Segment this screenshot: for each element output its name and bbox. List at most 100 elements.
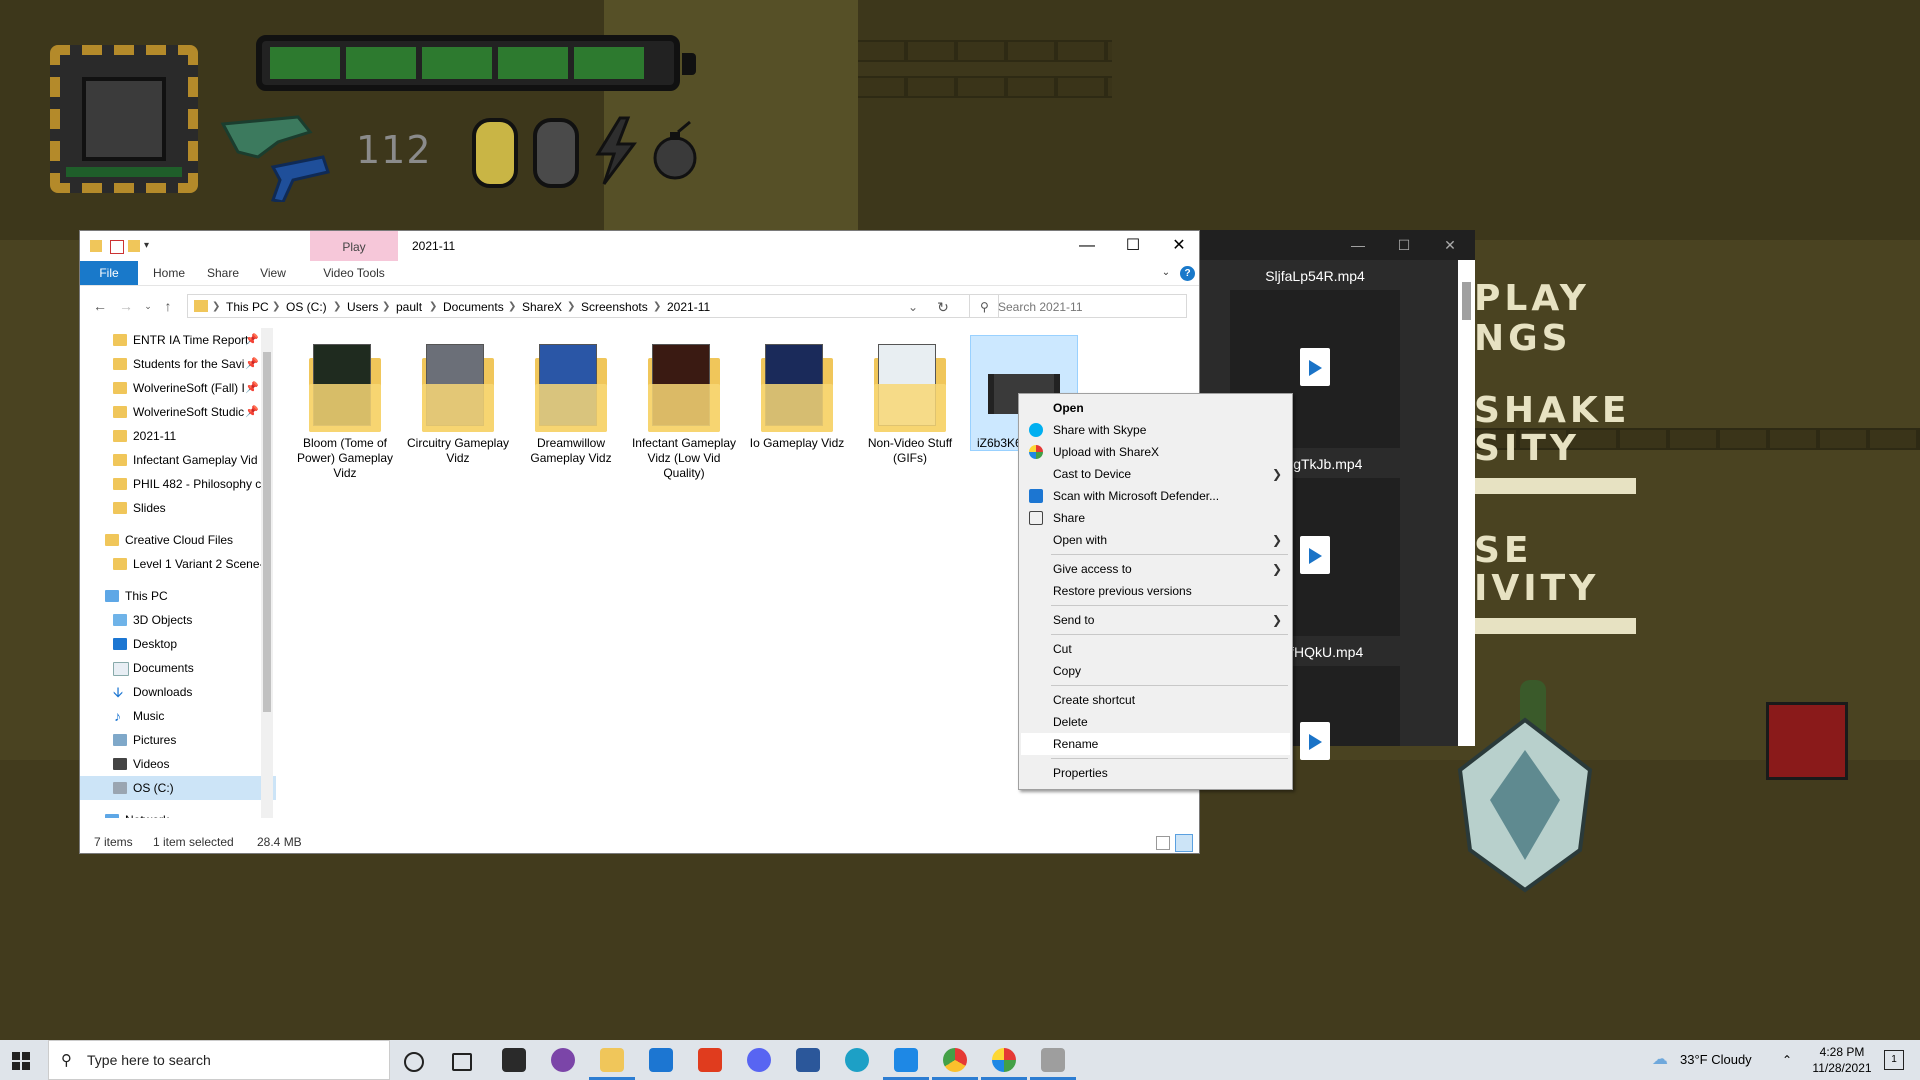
chevron-right-icon[interactable]: ❯ xyxy=(567,295,575,319)
chevron-right-icon[interactable]: ❯ xyxy=(382,295,390,319)
properties-quick-icon[interactable] xyxy=(110,240,124,254)
breadcrumb-item[interactable]: Documents xyxy=(443,295,504,319)
nav-item-quick-access[interactable]: WolverineSoft Studic 📌 xyxy=(80,400,276,424)
nav-item-videos[interactable]: Videos xyxy=(80,752,276,776)
store-icon[interactable] xyxy=(502,1048,526,1072)
close-button[interactable]: ✕ xyxy=(1427,230,1473,260)
breadcrumb-item[interactable]: Users xyxy=(347,295,378,319)
menu-item-send-to[interactable]: Send to ❯ xyxy=(1021,609,1290,631)
nav-item-quick-access[interactable]: Slides xyxy=(80,496,276,520)
task-view-icon[interactable] xyxy=(452,1053,472,1071)
tab-view[interactable]: View xyxy=(250,261,296,285)
tab-share[interactable]: Share xyxy=(198,261,248,285)
menu-item-share[interactable]: Share xyxy=(1021,507,1290,529)
tab-video-tools[interactable]: Video Tools xyxy=(310,261,398,285)
minimize-button[interactable]: — xyxy=(1335,230,1381,260)
menu-item-properties[interactable]: Properties xyxy=(1021,762,1290,784)
chevron-right-icon[interactable]: ❯ xyxy=(429,295,437,319)
menu-item-scan-defender[interactable]: Scan with Microsoft Defender... xyxy=(1021,485,1290,507)
scrollbar-thumb[interactable] xyxy=(1462,282,1471,320)
taskbar-search-input[interactable]: ⚲ Type here to search xyxy=(48,1040,390,1080)
close-button[interactable]: ✕ xyxy=(1156,231,1202,261)
refresh-icon[interactable]: ↻ xyxy=(933,297,953,317)
details-view-icon[interactable] xyxy=(1156,836,1170,850)
help-icon[interactable]: ? xyxy=(1180,266,1195,281)
breadcrumb-item[interactable]: 2021-11 xyxy=(667,295,710,319)
scrollbar-thumb[interactable] xyxy=(263,352,271,712)
menu-item-rename[interactable]: Rename xyxy=(1021,733,1290,755)
back-arrow-icon[interactable]: ← xyxy=(90,296,110,316)
folder-item[interactable]: Bloom (Tome of Power) Gameplay Vidz xyxy=(292,344,398,481)
chevron-up-icon[interactable]: ⌃ xyxy=(1782,1040,1792,1080)
nav-item-desktop[interactable]: Desktop xyxy=(80,632,276,656)
nav-pane-scrollbar[interactable] xyxy=(261,328,273,818)
nav-item-quick-access[interactable]: Students for the Savi 📌 xyxy=(80,352,276,376)
tab-home[interactable]: Home xyxy=(144,261,194,285)
expand-ribbon-icon[interactable]: ⌄ xyxy=(1156,261,1176,285)
breadcrumb-item[interactable]: OS (C:) xyxy=(286,295,327,319)
menu-item-give-access-to[interactable]: Give access to ❯ xyxy=(1021,558,1290,580)
chevron-right-icon[interactable]: ❯ xyxy=(508,295,516,319)
nav-item-quick-access[interactable]: Infectant Gameplay Vid xyxy=(80,448,276,472)
menu-item-copy[interactable]: Copy xyxy=(1021,660,1290,682)
nav-item-quick-access[interactable]: 2021-11 xyxy=(80,424,276,448)
large-icons-view-icon[interactable] xyxy=(1175,834,1193,852)
sharex-scrollbar[interactable] xyxy=(1458,260,1475,746)
breadcrumb-item[interactable]: This PC xyxy=(226,295,269,319)
file-explorer-icon[interactable] xyxy=(600,1048,624,1072)
folder-item[interactable]: Circuitry Gameplay Vidz xyxy=(405,344,511,466)
mail-icon[interactable] xyxy=(649,1048,673,1072)
folder-item[interactable]: Infectant Gameplay Vidz (Low Vid Quality… xyxy=(631,344,737,481)
chevron-right-icon[interactable]: ❯ xyxy=(272,295,280,319)
tab-file[interactable]: File xyxy=(80,261,138,285)
forward-arrow-icon[interactable]: → xyxy=(116,296,136,316)
edge-icon[interactable] xyxy=(845,1048,869,1072)
github-desktop-icon[interactable] xyxy=(551,1048,575,1072)
up-arrow-icon[interactable]: ↑ xyxy=(158,296,178,316)
nav-item-quick-access[interactable]: PHIL 482 - Philosophy c xyxy=(80,472,276,496)
breadcrumb-item[interactable]: ShareX xyxy=(522,295,562,319)
sharex-icon[interactable] xyxy=(992,1048,1016,1072)
chevron-down-icon[interactable]: ⌄ xyxy=(908,295,918,319)
recent-locations-icon[interactable]: ⌄ xyxy=(138,296,158,316)
notification-icon[interactable]: 1 xyxy=(1884,1050,1904,1070)
breadcrumb-item[interactable]: pault xyxy=(396,295,422,319)
menu-item-open[interactable]: Open xyxy=(1021,397,1290,419)
nav-item-os-drive[interactable]: OS (C:) xyxy=(80,776,276,800)
nav-item-downloads[interactable]: 🡫 Downloads xyxy=(80,680,276,704)
breadcrumb-item[interactable]: Screenshots xyxy=(581,295,648,319)
menu-item-share-with-skype[interactable]: Share with Skype xyxy=(1021,419,1290,441)
menu-item-restore-previous-versions[interactable]: Restore previous versions xyxy=(1021,580,1290,602)
folder-item[interactable]: Non-Video Stuff (GIFs) xyxy=(857,344,963,466)
menu-item-upload-with-sharex[interactable]: Upload with ShareX xyxy=(1021,441,1290,463)
menu-item-cast-to-device[interactable]: Cast to Device ❯ xyxy=(1021,463,1290,485)
game-app-icon[interactable] xyxy=(1041,1048,1065,1072)
nav-item-quick-access[interactable]: ENTR IA Time Report 📌 xyxy=(80,328,276,352)
nav-item-quick-access[interactable]: WolverineSoft (Fall) I 📌 xyxy=(80,376,276,400)
clock[interactable]: 4:28 PM 11/28/2021 xyxy=(1800,1044,1884,1076)
chevron-right-icon[interactable]: ❯ xyxy=(212,295,220,319)
vscode-icon[interactable] xyxy=(894,1048,918,1072)
nav-item-network[interactable]: Network xyxy=(80,808,276,818)
menu-item-open-with[interactable]: Open with ❯ xyxy=(1021,529,1290,551)
weather-text[interactable]: 33°F Cloudy xyxy=(1680,1040,1752,1080)
maximize-button[interactable]: ☐ xyxy=(1381,230,1427,260)
folder-item[interactable]: Dreamwillow Gameplay Vidz xyxy=(518,344,624,466)
menu-item-delete[interactable]: Delete xyxy=(1021,711,1290,733)
word-icon[interactable] xyxy=(796,1048,820,1072)
nav-item-pictures[interactable]: Pictures xyxy=(80,728,276,752)
customize-quick-access-icon[interactable]: ▾ xyxy=(144,240,156,252)
chrome-icon[interactable] xyxy=(943,1048,967,1072)
new-folder-quick-icon[interactable] xyxy=(128,240,140,252)
windows-start-icon[interactable] xyxy=(12,1052,30,1070)
discord-icon[interactable] xyxy=(747,1048,771,1072)
menu-item-cut[interactable]: Cut xyxy=(1021,638,1290,660)
minimize-button[interactable]: — xyxy=(1064,231,1110,261)
nav-item-creative-cloud[interactable]: Creative Cloud Files xyxy=(80,528,276,552)
play-contextual-tab[interactable]: Play xyxy=(310,231,398,261)
address-bar[interactable]: ❯ This PC ❯ OS (C:) ❯ Users ❯ pault ❯ Do… xyxy=(187,294,999,318)
nav-item-3d-objects[interactable]: 3D Objects xyxy=(80,608,276,632)
cortana-icon[interactable] xyxy=(404,1052,424,1072)
nav-item-documents[interactable]: Documents xyxy=(80,656,276,680)
nav-item-music[interactable]: ♪ Music xyxy=(80,704,276,728)
